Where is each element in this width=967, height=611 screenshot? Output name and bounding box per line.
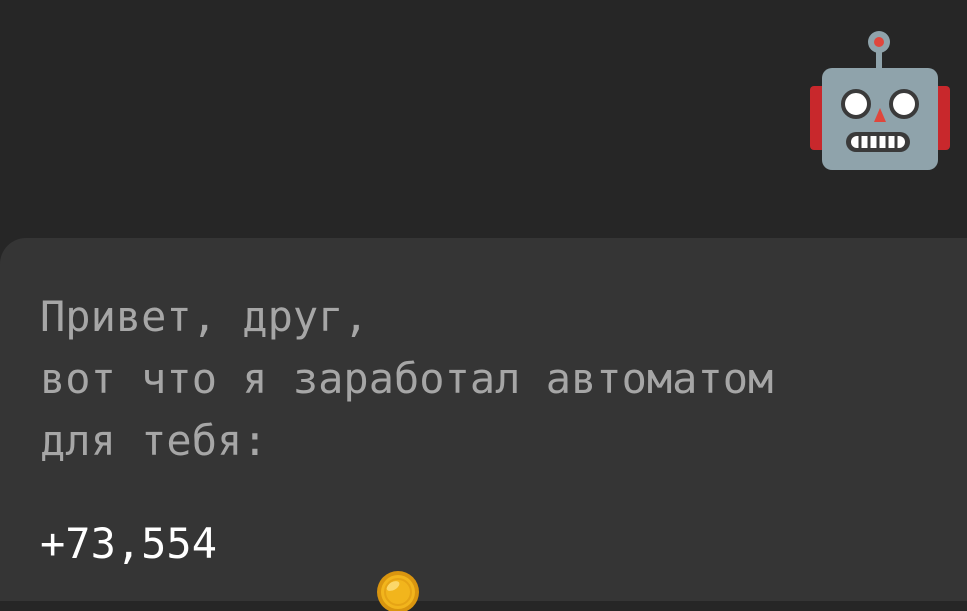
reward-row: +73,554 <box>40 512 419 611</box>
greeting-line: вот что я заработал автоматом <box>40 354 774 403</box>
greeting-line: для тебя: <box>40 416 268 465</box>
reward-amount: +73,554 <box>40 518 218 568</box>
greeting-message: Привет, друг, вот что я заработал автомат… <box>40 286 773 472</box>
bottom-divider <box>0 601 967 611</box>
robot-face-icon <box>806 28 954 174</box>
notification-screen: Привет, друг, вот что я заработал автомат… <box>0 0 967 611</box>
greeting-line: Привет, друг, <box>40 292 369 341</box>
gold-coin-icon <box>223 520 419 611</box>
